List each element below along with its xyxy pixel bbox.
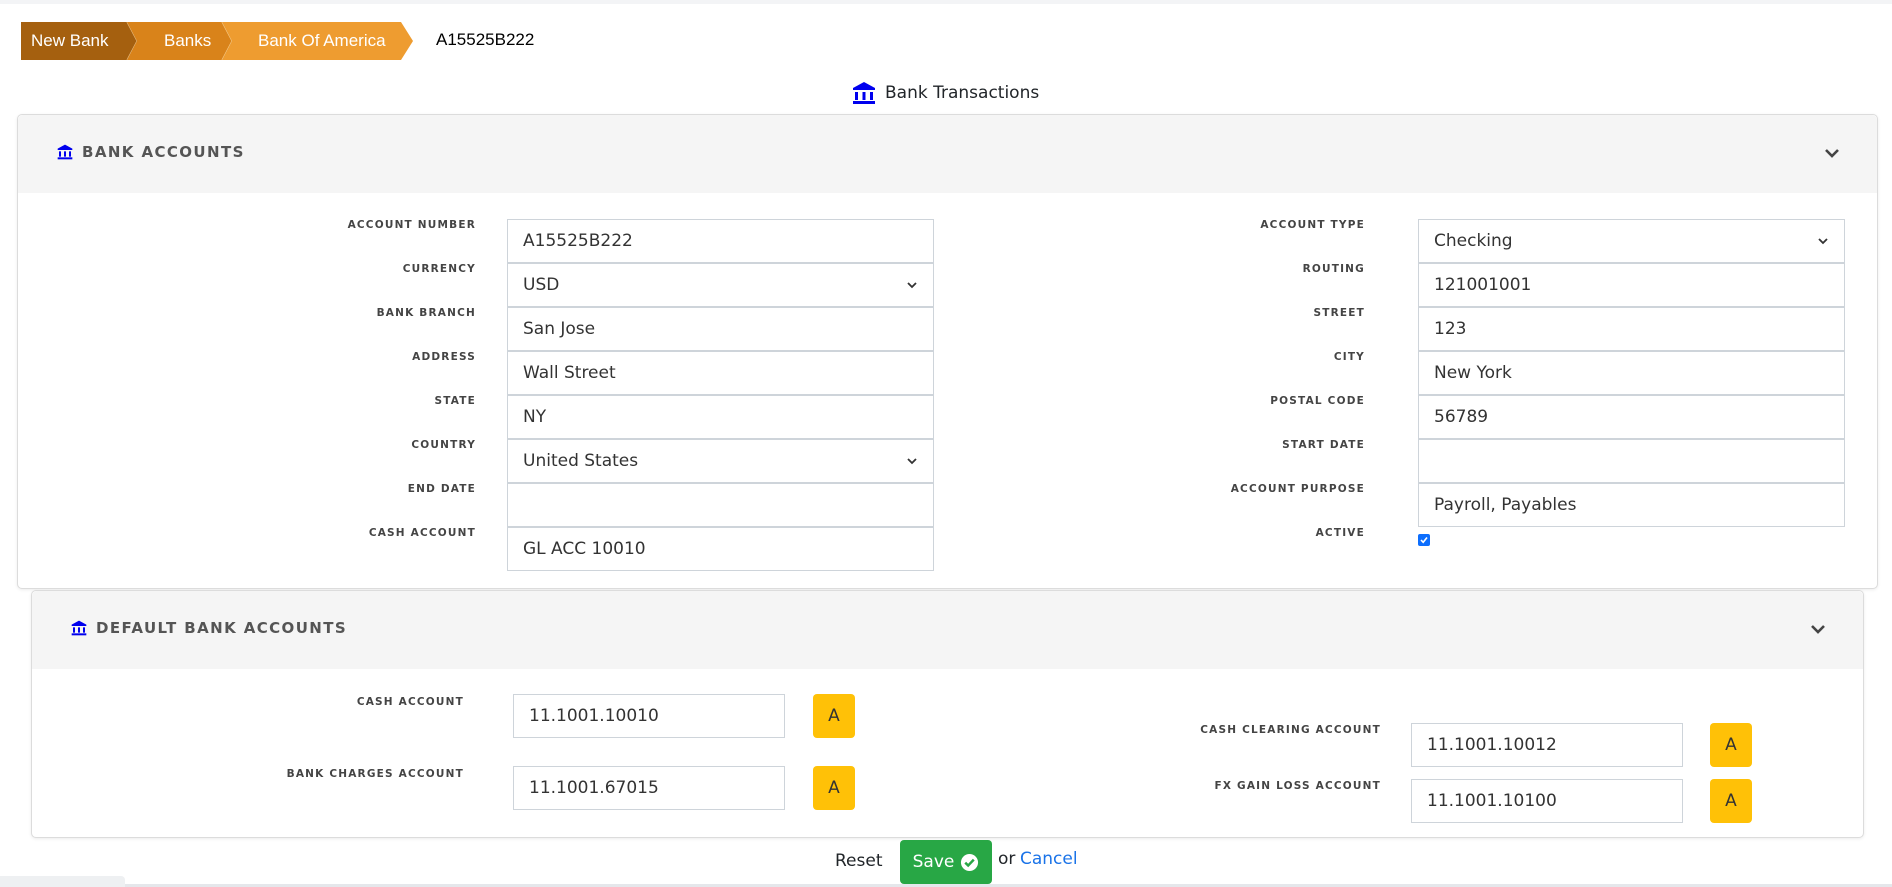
breadcrumb-label: Bank Of America: [258, 31, 386, 50]
account-number-value: A15525B222: [523, 231, 633, 251]
chevron-down-icon: [907, 282, 917, 289]
active-checkbox[interactable]: [1418, 534, 1430, 546]
start-date-input[interactable]: [1418, 439, 1845, 483]
cash-clearing-account-input[interactable]: 11.1001.10012: [1411, 723, 1683, 767]
bank-charges-account-value: 11.1001.67015: [529, 778, 659, 798]
cash-clearing-account-label: CASH CLEARING ACCOUNT: [1200, 724, 1381, 736]
city-value: New York: [1434, 363, 1512, 383]
bank-icon: [57, 144, 73, 160]
account-number-input[interactable]: A15525B222: [507, 219, 934, 263]
fx-gain-loss-account-label: FX GAIN LOSS ACCOUNT: [1214, 780, 1381, 792]
bank-branch-input[interactable]: San Jose: [507, 307, 934, 351]
state-label: STATE: [434, 395, 476, 407]
city-input[interactable]: New York: [1418, 351, 1845, 395]
cash-account-label: CASH ACCOUNT: [368, 527, 476, 539]
bank-accounts-header[interactable]: BANK ACCOUNTS: [18, 115, 1877, 193]
country-value: United States: [523, 451, 639, 471]
chevron-down-icon[interactable]: [1810, 623, 1826, 635]
breadcrumb-label: New Bank: [31, 31, 109, 50]
default-bank-accounts-title: DEFAULT BANK ACCOUNTS: [71, 619, 347, 637]
default-bank-accounts-title-text: DEFAULT BANK ACCOUNTS: [96, 619, 348, 637]
bank-icon: [853, 82, 875, 104]
bank-charges-account-label: BANK CHARGES ACCOUNT: [286, 768, 464, 780]
country-label: COUNTRY: [411, 439, 476, 451]
save-button[interactable]: Save: [900, 840, 992, 884]
bank-branch-label: BANK BRANCH: [376, 307, 476, 319]
page-title: Bank Transactions: [852, 80, 1039, 106]
end-date-input[interactable]: [507, 483, 934, 527]
country-select[interactable]: United States: [507, 439, 934, 483]
bank-icon: [71, 620, 87, 636]
breadcrumb-item-new-bank[interactable]: New Bank: [21, 22, 137, 60]
default-bank-accounts-header[interactable]: DEFAULT BANK ACCOUNTS: [32, 591, 1863, 669]
bank-branch-value: San Jose: [523, 319, 596, 339]
routing-value: 121001001: [1434, 275, 1532, 295]
default-cash-account-input[interactable]: 11.1001.10010: [513, 694, 785, 738]
default-cash-account-lookup-button[interactable]: A: [813, 694, 855, 738]
account-purpose-input[interactable]: Payroll, Payables: [1418, 483, 1845, 527]
chevron-down-icon[interactable]: [1824, 147, 1840, 159]
routing-label: ROUTING: [1302, 263, 1365, 275]
default-bank-accounts-card: DEFAULT BANK ACCOUNTS CASH ACCOUNT 11.10…: [31, 590, 1864, 838]
postal-code-label: POSTAL CODE: [1270, 395, 1365, 407]
street-input[interactable]: 123: [1418, 307, 1845, 351]
chevron-down-icon: [907, 458, 917, 465]
account-type-select[interactable]: Checking: [1418, 219, 1845, 263]
chevron-down-icon: [1818, 238, 1828, 245]
state-value: NY: [523, 407, 547, 427]
account-number-label: ACCOUNT NUMBER: [347, 219, 476, 231]
status-bar-tooltip: [0, 876, 125, 887]
default-cash-account-label: CASH ACCOUNT: [356, 696, 464, 708]
cash-clearing-account-lookup-button[interactable]: A: [1710, 723, 1752, 767]
reset-button[interactable]: Reset: [835, 851, 883, 871]
breadcrumb-item-banks[interactable]: Banks: [127, 22, 232, 60]
account-type-value: Checking: [1434, 231, 1513, 251]
postal-code-value: 56789: [1434, 407, 1489, 427]
currency-select[interactable]: USD: [507, 263, 934, 307]
breadcrumb-current: A15525B222: [436, 30, 535, 49]
bank-accounts-title: BANK ACCOUNTS: [57, 143, 245, 161]
bank-charges-account-input[interactable]: 11.1001.67015: [513, 766, 785, 810]
bank-charges-account-lookup-button[interactable]: A: [813, 766, 855, 810]
end-date-label: END DATE: [407, 483, 476, 495]
breadcrumb-label: Banks: [164, 31, 212, 50]
address-label: ADDRESS: [412, 351, 476, 363]
state-input[interactable]: NY: [507, 395, 934, 439]
breadcrumb-item-bank-of-america[interactable]: Bank Of America: [222, 22, 413, 60]
cancel-link[interactable]: Cancel: [1020, 849, 1078, 869]
bank-accounts-title-text: BANK ACCOUNTS: [82, 143, 245, 161]
city-label: CITY: [1333, 351, 1365, 363]
cash-account-input[interactable]: GL ACC 10010: [507, 527, 934, 571]
start-date-label: START DATE: [1282, 439, 1365, 451]
account-purpose-label: ACCOUNT PURPOSE: [1230, 483, 1365, 495]
page-title-text: Bank Transactions: [885, 83, 1040, 103]
street-label: STREET: [1313, 307, 1365, 319]
or-text: or: [998, 849, 1016, 869]
routing-input[interactable]: 121001001: [1418, 263, 1845, 307]
cash-clearing-account-value: 11.1001.10012: [1427, 735, 1557, 755]
default-cash-account-value: 11.1001.10010: [529, 706, 659, 726]
bank-accounts-card: BANK ACCOUNTS ACCOUNT NUMBER A15525B222 …: [17, 114, 1878, 589]
currency-label: CURRENCY: [402, 263, 476, 275]
check-icon: [1420, 537, 1428, 544]
currency-value: USD: [523, 275, 560, 295]
save-button-label: Save: [912, 852, 955, 872]
cash-account-value: GL ACC 10010: [523, 539, 646, 559]
postal-code-input[interactable]: 56789: [1418, 395, 1845, 439]
fx-gain-loss-account-lookup-button[interactable]: A: [1710, 779, 1752, 823]
street-value: 123: [1434, 319, 1467, 339]
account-purpose-value: Payroll, Payables: [1434, 495, 1577, 515]
address-input[interactable]: Wall Street: [507, 351, 934, 395]
active-label: ACTIVE: [1315, 527, 1365, 539]
address-value: Wall Street: [523, 363, 616, 383]
check-circle-icon: [961, 853, 979, 871]
top-bar: [0, 0, 1892, 4]
fx-gain-loss-account-value: 11.1001.10100: [1427, 791, 1557, 811]
fx-gain-loss-account-input[interactable]: 11.1001.10100: [1411, 779, 1683, 823]
account-type-label: ACCOUNT TYPE: [1260, 219, 1365, 231]
